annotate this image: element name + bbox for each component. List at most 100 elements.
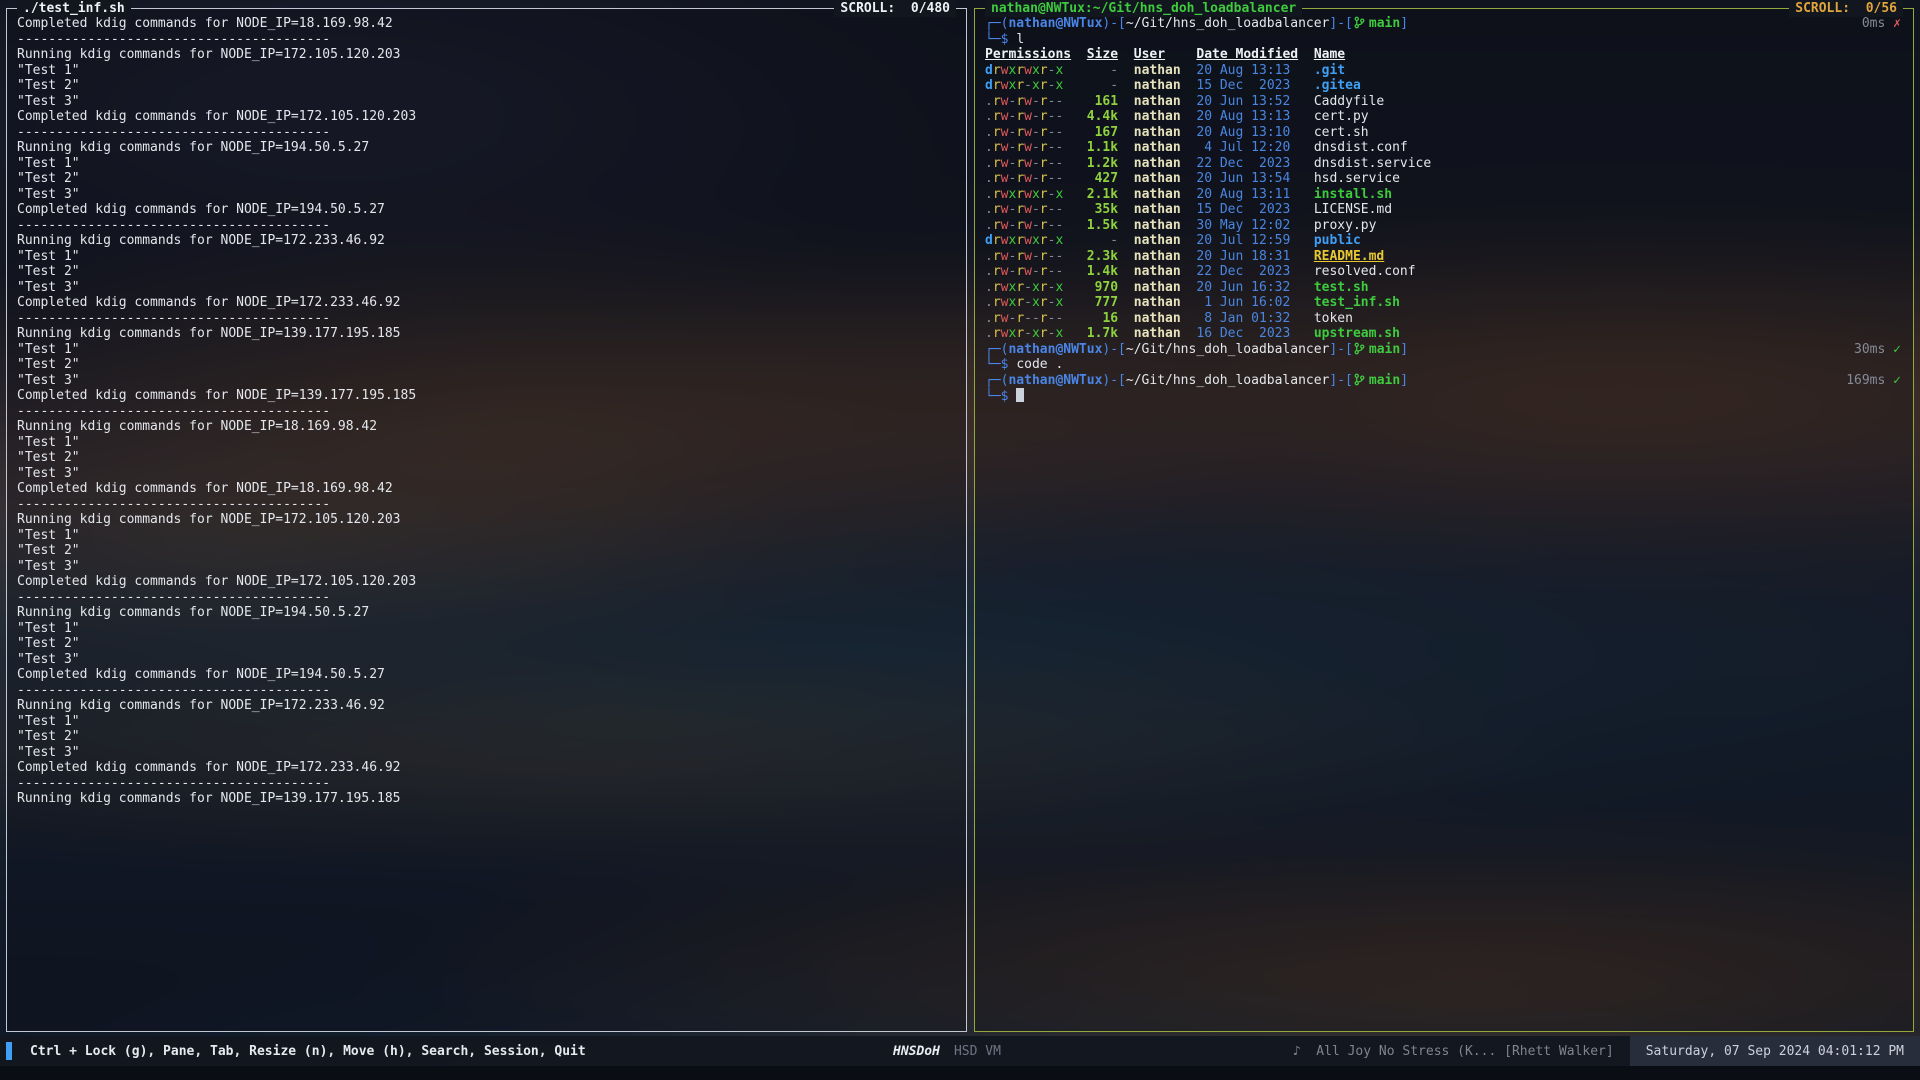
text: r bbox=[1016, 171, 1024, 186]
file-permissions: .rwxr-xr-x bbox=[985, 280, 1071, 296]
terminal-line: "Test 3" bbox=[17, 280, 956, 296]
text: - bbox=[1032, 94, 1040, 109]
text: . bbox=[985, 295, 993, 310]
git-branch-icon bbox=[1354, 373, 1368, 388]
text: )-[ bbox=[1102, 16, 1125, 31]
file-user: nathan bbox=[1134, 311, 1181, 327]
text: User bbox=[1134, 47, 1165, 62]
text: r bbox=[1016, 156, 1024, 171]
shell-output[interactable]: ┌─( nathan@NWTux)-[ ~/Git/hns_doh_loadbala… bbox=[975, 9, 1913, 1031]
terminal-line: ---------------------------------------- bbox=[17, 218, 956, 234]
file-date: 22 Dec 2023 bbox=[1196, 156, 1298, 172]
text: r bbox=[1040, 280, 1048, 295]
terminal-line: Running kdig commands for NODE_IP=18.169… bbox=[17, 419, 956, 435]
file-row: .rw-rw-r--2.3knathan20 Jun 18:31README.m… bbox=[985, 249, 1903, 265]
text: r bbox=[1016, 295, 1024, 310]
left-pane-output[interactable]: Completed kdig commands for NODE_IP=18.1… bbox=[7, 9, 966, 1031]
terminal-line: "Test 1" bbox=[17, 435, 956, 451]
text: - bbox=[1055, 109, 1063, 124]
text: r bbox=[1040, 156, 1048, 171]
terminal-line: ---------------------------------------- bbox=[17, 497, 956, 513]
prompt-user-host: nathan@NWTux bbox=[1008, 16, 1102, 31]
text: w bbox=[1024, 109, 1032, 124]
ls-header-user: User bbox=[1134, 47, 1181, 63]
terminal-line: Running kdig commands for NODE_IP=172.23… bbox=[17, 233, 956, 249]
file-row: .rw-rw-r--1.5knathan30 May 12:02proxy.py bbox=[985, 218, 1903, 234]
command-text: l bbox=[1016, 32, 1024, 47]
file-row: .rwxrwxr-x2.1knathan20 Aug 13:11install.… bbox=[985, 187, 1903, 203]
text: r bbox=[1016, 326, 1024, 341]
host-label: HSD VM bbox=[954, 1044, 1001, 1059]
prompt-command-line: └─$ l bbox=[985, 32, 1903, 48]
text: - bbox=[1055, 125, 1063, 140]
file-user: nathan bbox=[1134, 202, 1181, 218]
file-name: cert.py bbox=[1314, 109, 1903, 125]
text: r bbox=[1016, 264, 1024, 279]
pane-left-test-script[interactable]: ./test_inf.sh SCROLL: 0/480 Completed kd… bbox=[6, 8, 967, 1032]
file-name: .git bbox=[1314, 63, 1903, 79]
terminal-line: Running kdig commands for NODE_IP=172.10… bbox=[17, 512, 956, 528]
text: . bbox=[985, 140, 993, 155]
terminal-line: Running kdig commands for NODE_IP=194.50… bbox=[17, 140, 956, 156]
file-size: 1.2k bbox=[1087, 156, 1118, 172]
terminal-line: "Test 2" bbox=[17, 78, 956, 94]
text: x bbox=[1055, 295, 1063, 310]
text: r bbox=[993, 233, 1001, 248]
file-row: .rw-r--r--16nathan 8 Jan 01:32token bbox=[985, 311, 1903, 327]
file-size: 1.4k bbox=[1087, 264, 1118, 280]
text: r bbox=[993, 249, 1001, 264]
file-size: 427 bbox=[1087, 171, 1118, 187]
file-size: 2.1k bbox=[1087, 187, 1118, 203]
terminal-line: "Test 3" bbox=[17, 94, 956, 110]
file-row: .rwxr-xr-x777nathan 1 Jun 16:02test_inf.… bbox=[985, 295, 1903, 311]
file-row: .rwxr-xr-x1.7knathan16 Dec 2023upstream.… bbox=[985, 326, 1903, 342]
file-date: 20 Aug 13:13 bbox=[1196, 109, 1298, 125]
text: ]-[ bbox=[1329, 16, 1352, 31]
prompt-cwd: ~/Git/hns_doh_loadbalancer bbox=[1126, 373, 1330, 388]
text: x bbox=[1055, 326, 1063, 341]
text: - bbox=[1024, 311, 1032, 326]
text: - bbox=[1055, 218, 1063, 233]
terminal-line: Completed kdig commands for NODE_IP=172.… bbox=[17, 295, 956, 311]
text: w bbox=[1024, 156, 1032, 171]
file-name: install.sh bbox=[1314, 187, 1903, 203]
file-permissions: .rwxr-xr-x bbox=[985, 295, 1071, 311]
file-permissions: drwxrwxr-x bbox=[985, 63, 1071, 79]
text: - bbox=[1032, 218, 1040, 233]
text: - bbox=[1024, 78, 1032, 93]
text: x bbox=[1055, 63, 1063, 78]
file-size: 4.4k bbox=[1087, 109, 1118, 125]
text: . bbox=[985, 280, 993, 295]
file-name: .gitea bbox=[1314, 78, 1903, 94]
file-size: 1.1k bbox=[1087, 140, 1118, 156]
file-name: upstream.sh bbox=[1314, 326, 1903, 342]
file-permissions: .rw-rw-r-- bbox=[985, 218, 1071, 234]
file-date: 20 Jun 13:54 bbox=[1196, 171, 1298, 187]
file-user: nathan bbox=[1134, 326, 1181, 342]
status-right-group: ♪ All Joy No Stress (K... [Rhett Walker]… bbox=[1293, 1036, 1920, 1066]
text: r bbox=[993, 202, 1001, 217]
text: w bbox=[1024, 140, 1032, 155]
file-user: nathan bbox=[1134, 249, 1181, 265]
text: x bbox=[1032, 78, 1040, 93]
text: x bbox=[1055, 233, 1063, 248]
text: r bbox=[1016, 187, 1024, 202]
git-branch-icon bbox=[1354, 16, 1368, 31]
command-text: code . bbox=[1016, 357, 1063, 372]
text: ┌─( bbox=[985, 342, 1008, 357]
text: r bbox=[993, 78, 1001, 93]
file-permissions: .rw-rw-r-- bbox=[985, 249, 1071, 265]
file-name: dnsdist.conf bbox=[1314, 140, 1903, 156]
terminal-line: "Test 3" bbox=[17, 466, 956, 482]
file-name: cert.sh bbox=[1314, 125, 1903, 141]
file-user: nathan bbox=[1134, 63, 1181, 79]
prompt-cwd: ~/Git/hns_doh_loadbalancer bbox=[1126, 342, 1330, 357]
text: . bbox=[985, 218, 993, 233]
text: r bbox=[1016, 140, 1024, 155]
text: x bbox=[1032, 233, 1040, 248]
pane-right-shell[interactable]: nathan@NWTux:~/Git/hns_doh_loadbalancer … bbox=[974, 8, 1914, 1032]
command-duration: 30ms ✓ bbox=[1854, 342, 1901, 358]
file-permissions: .rw-rw-r-- bbox=[985, 171, 1071, 187]
text: - bbox=[1032, 156, 1040, 171]
terminal-line: Running kdig commands for NODE_IP=172.10… bbox=[17, 47, 956, 63]
